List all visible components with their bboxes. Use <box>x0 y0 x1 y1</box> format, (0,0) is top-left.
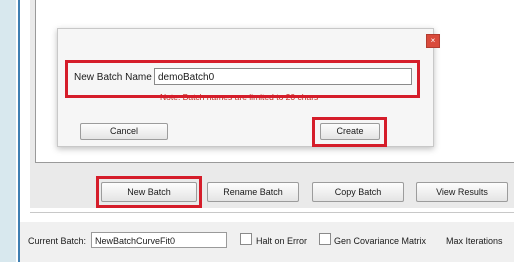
gen-covariance-checkbox[interactable] <box>319 233 331 245</box>
current-batch-field[interactable]: NewBatchCurveFit0 <box>91 232 227 248</box>
max-iterations-label: Max Iterations <box>446 236 503 246</box>
view-results-button[interactable]: View Results <box>416 182 508 202</box>
left-edge-strip <box>0 0 16 262</box>
name-field-highlight <box>65 60 420 98</box>
halt-on-error-checkbox[interactable] <box>240 233 252 245</box>
cancel-button[interactable]: Cancel <box>80 123 168 140</box>
divider <box>30 212 514 213</box>
create-button-highlight <box>312 117 387 147</box>
current-batch-label: Current Batch: <box>28 236 87 246</box>
gen-covariance-label: Gen Covariance Matrix <box>334 236 427 246</box>
rename-batch-button[interactable]: Rename Batch <box>207 182 299 202</box>
new-batch-highlight <box>96 176 202 208</box>
copy-batch-button[interactable]: Copy Batch <box>312 182 404 202</box>
close-icon[interactable]: × <box>426 34 440 48</box>
halt-on-error-label: Halt on Error <box>256 236 308 246</box>
